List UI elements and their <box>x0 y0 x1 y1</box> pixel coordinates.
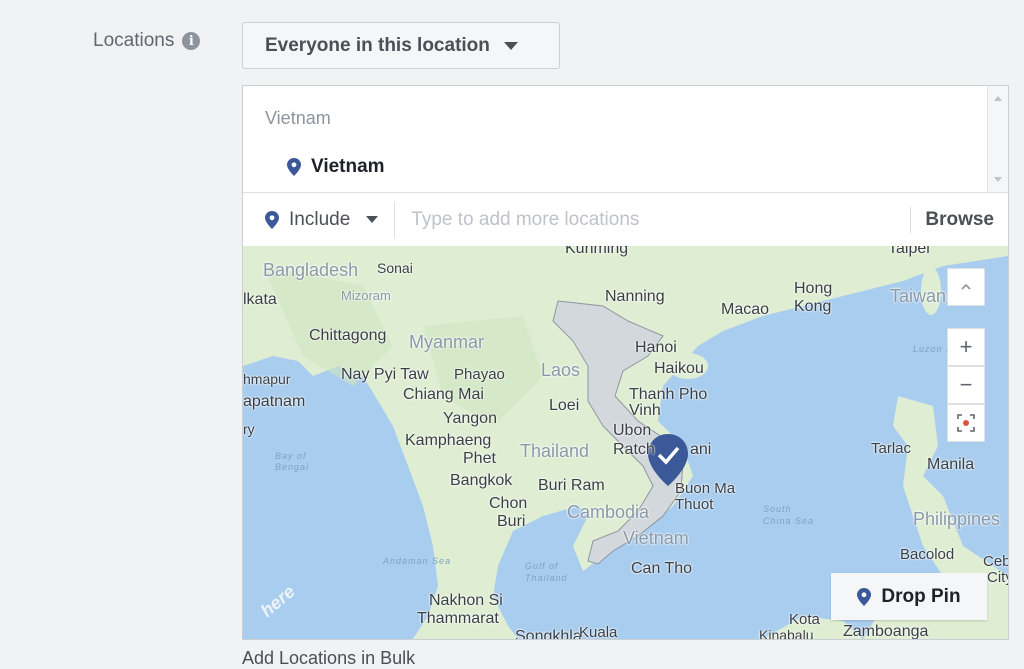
location-pin-icon <box>857 587 872 606</box>
map-label-ubon: Ubon <box>613 422 652 439</box>
map-label-kuala: Kuala <box>579 624 618 639</box>
map-label-bacolod: Bacolod <box>900 546 955 563</box>
map-label-nay-pyi-taw: Nay Pyi Taw <box>341 366 429 383</box>
map-label-cebu-2: City <box>987 569 1008 586</box>
selected-locations-list: Vietnam Vietnam <box>243 86 990 192</box>
map-label-ratch: Ratch <box>613 441 655 458</box>
map-label-myanmar: Myanmar <box>409 332 485 352</box>
location-search-input[interactable] <box>395 207 911 232</box>
add-locations-in-bulk-link[interactable]: Add Locations in Bulk <box>242 648 415 669</box>
map-label-hanoi: Hanoi <box>635 339 677 356</box>
map-label-chittagong: Chittagong <box>309 327 387 344</box>
map-label-hmapur: hmapur <box>243 371 291 387</box>
map-label-chon-buri-1: Chon <box>489 495 528 512</box>
map-label-philippines: Philippines <box>913 509 1001 529</box>
map-label-mizoram: Mizoram <box>341 288 391 303</box>
map-label-nanning: Nanning <box>605 288 665 305</box>
map-label-nakhon-si-1: Nakhon Si <box>429 592 503 609</box>
map-label-chon-buri-2: Buri <box>497 513 526 530</box>
caret-down-icon <box>503 41 518 50</box>
zoom-out-button[interactable]: − <box>947 366 985 404</box>
browse-button[interactable]: Browse <box>910 206 1008 233</box>
map-scroll-up-button[interactable] <box>947 268 985 306</box>
scroll-down-arrow-icon[interactable] <box>994 177 1002 182</box>
map-label-south-china-sea-1: South <box>763 504 792 514</box>
map-label-chiang-mai: Chiang Mai <box>403 386 484 403</box>
map-label-kota-2: Kinabalu <box>759 627 814 639</box>
map-label-gulf-2: Thailand <box>525 573 568 583</box>
map-label-kamphaeng-1: Kamphaeng <box>405 432 492 449</box>
map-label-macao: Macao <box>721 301 770 318</box>
map-label-thailand: Thailand <box>520 441 590 461</box>
map-label-yangon: Yangon <box>443 410 497 427</box>
map-label-bay-of-bengal-1: Bay of <box>275 451 307 461</box>
map-label-vietnam: Vietnam <box>623 528 689 548</box>
map-label-buri-ram: Buri Ram <box>538 477 605 494</box>
audience-location-type-dropdown[interactable]: Everyone in this location <box>242 22 560 69</box>
map-label-apatnam: apatnam <box>243 393 306 410</box>
map-label-hong-kong-2: Kong <box>794 298 832 315</box>
location-pin-icon <box>265 210 279 229</box>
map-label-bangkok: Bangkok <box>450 472 513 489</box>
map-label-bangladesh: Bangladesh <box>263 260 359 280</box>
map-label-taipei: Taipei <box>888 246 930 257</box>
map-label-loei: Loei <box>549 397 580 414</box>
drop-pin-button[interactable]: Drop Pin <box>831 573 987 620</box>
map-label-kata: lkata <box>243 291 277 308</box>
map-label-sonai: Sonai <box>377 260 413 276</box>
map-label-thanh-pho-2: Vinh <box>629 402 661 419</box>
map-label-nakhon-si-2: Thammarat <box>417 610 499 627</box>
map-label-cambodia: Cambodia <box>567 502 650 522</box>
map-label-south-china-sea-2: China Sea <box>763 516 815 526</box>
map-label-can-tho: Can Tho <box>631 560 693 577</box>
scroll-up-arrow-icon[interactable] <box>994 96 1002 101</box>
selected-group-label: Vietnam <box>265 108 331 128</box>
map-label-laos: Laos <box>541 360 581 380</box>
map-label-kamphaeng-2: Phet <box>463 450 496 467</box>
map-label-kota-1: Kota <box>789 611 820 628</box>
map-label-buon-ma-2: Thuot <box>675 496 714 513</box>
map-label-hong-kong-1: Hong <box>794 280 833 297</box>
map-label-zamboanga: Zamboanga <box>843 623 929 639</box>
map-label-gulf-1: Gulf of <box>525 561 559 571</box>
info-icon[interactable]: i <box>182 32 201 50</box>
location-map[interactable]: Kunming Taipei Bangladesh Sonai lkata Mi… <box>243 246 1008 639</box>
caret-down-icon <box>366 216 379 223</box>
recenter-icon <box>957 414 975 432</box>
map-label-nani: ani <box>690 441 712 458</box>
recenter-button[interactable] <box>947 404 985 442</box>
map-label-ry: ry <box>243 421 255 437</box>
locations-panel: Vietnam Vietnam Include Browse <box>242 85 1009 640</box>
selected-list-scrollbar[interactable] <box>987 86 1008 192</box>
map-label-buon-ma-1: Buon Ma <box>675 480 736 497</box>
locations-label: Locations <box>93 30 175 51</box>
zoom-in-button[interactable]: + <box>947 328 985 366</box>
map-label-phayao: Phayao <box>454 366 505 383</box>
map-label-songkhla: Songkhla <box>515 628 582 639</box>
map-label-bay-of-bengal-2: Bengal <box>275 462 310 472</box>
locations-label-row: Locations i <box>93 30 201 52</box>
include-label: Include <box>289 208 351 230</box>
chevron-up-icon <box>961 283 971 290</box>
location-search-row: Include Browse <box>243 192 1008 246</box>
audience-location-type-label: Everyone in this location <box>265 34 490 56</box>
drop-pin-label: Drop Pin <box>881 585 961 607</box>
selected-location-item[interactable]: Vietnam <box>287 156 385 178</box>
map-label-kunming: Kunming <box>565 246 629 257</box>
selected-location-name: Vietnam <box>311 156 385 177</box>
include-exclude-dropdown[interactable]: Include <box>243 201 396 238</box>
map-label-tarlac: Tarlac <box>871 440 912 457</box>
map-label-haikou: Haikou <box>654 360 704 377</box>
map-label-manila: Manila <box>927 456 975 473</box>
map-label-taiwan: Taiwan <box>890 286 947 306</box>
location-pin-icon <box>287 158 301 176</box>
map-label-cebu-1: Ceb <box>983 553 1008 570</box>
map-label-andaman-sea: Andaman Sea <box>383 556 452 566</box>
